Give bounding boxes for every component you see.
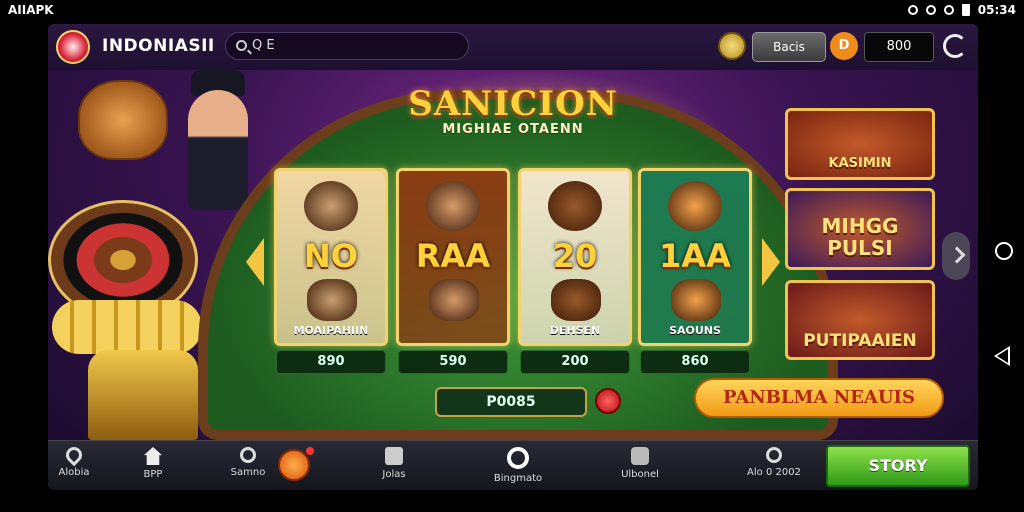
card-caption: SAOUNS <box>669 324 721 337</box>
card-value-pill: 200 <box>520 350 630 374</box>
promo-label: KASIMIN <box>828 156 892 171</box>
card-art-image <box>304 181 358 231</box>
card-art-image <box>426 181 480 231</box>
status-bar-app-label: AIIAPK <box>8 3 54 17</box>
carousel-prev-arrow[interactable] <box>246 238 264 286</box>
settings-icon <box>925 5 936 15</box>
gold-trophy-image <box>88 350 198 440</box>
game-scene: SANICION MIGHIAE OTAENN NO MOAIPAHIIN RA… <box>48 70 978 440</box>
home-icon <box>144 447 162 465</box>
carousel-next-arrow[interactable] <box>762 238 780 286</box>
red-chip-button[interactable] <box>595 388 621 414</box>
card-art-image <box>668 181 722 231</box>
battery-icon <box>961 4 970 16</box>
game-card[interactable]: 1AA SAOUNS <box>638 168 752 346</box>
game-card[interactable]: NO MOAIPAHIIN <box>274 168 388 346</box>
story-button[interactable]: STORY <box>826 445 970 487</box>
top-bar: INDONIASII Q E Bacis D 800 <box>48 24 978 70</box>
promo-tile[interactable]: PUTIPAAIEN <box>785 280 935 360</box>
home-system-button[interactable] <box>995 242 1013 260</box>
promo-scroll-right-button[interactable] <box>942 232 970 280</box>
ball-icon[interactable] <box>278 449 310 481</box>
search-input[interactable]: Q E <box>225 32 469 60</box>
card-character-image <box>307 279 357 321</box>
card-caption: DEHSEN <box>549 324 601 337</box>
promo-tile[interactable]: KASIMIN <box>785 108 935 180</box>
nav-label: Samno <box>230 467 266 478</box>
game-title-logo: SANICION MIGHIAE OTAENN <box>398 84 628 137</box>
wifi-icon <box>943 5 954 15</box>
pot-value-display: P0085 <box>435 387 587 417</box>
card-character-image <box>551 279 601 321</box>
card-character-image <box>671 279 721 321</box>
action-banner-button[interactable]: PANBLMA NEAUIS <box>694 378 944 418</box>
dealer-character-image <box>188 90 248 210</box>
promo-label: MIHGG PULSI <box>821 214 899 260</box>
refresh-icon[interactable] <box>943 34 967 58</box>
nav-item-search[interactable]: Samno <box>224 445 272 487</box>
game-app-window: INDONIASII Q E Bacis D 800 SANICION MIGH… <box>48 24 978 490</box>
game-card[interactable]: 20 DEHSEN <box>518 168 632 346</box>
nav-item-search-2[interactable]: Alo 0 2002 <box>734 445 814 487</box>
search-input-text: Q E <box>252 38 275 53</box>
game-title: SANICION <box>408 84 618 124</box>
nav-label: Alobia <box>58 467 90 478</box>
nav-item-bingmato[interactable]: Bingmato <box>488 445 548 487</box>
coin-icon[interactable] <box>718 32 746 60</box>
notification-dot <box>306 447 314 455</box>
card-title: RAA <box>415 237 491 275</box>
nav-label: Ulbonel <box>621 469 659 480</box>
game-subtitle: MIGHIAE OTAENN <box>442 122 584 137</box>
nav-item-alobia[interactable]: Alobia <box>54 443 94 487</box>
amount-display: 800 <box>864 32 934 62</box>
promo-label: PUTIPAAIEN <box>803 331 917 351</box>
back-system-button[interactable] <box>994 346 1010 366</box>
alarm-icon <box>907 5 918 15</box>
card-caption: MOAIPAHIIN <box>293 324 369 337</box>
game-card[interactable]: RAA <box>396 168 510 346</box>
card-value-pill: 590 <box>398 350 508 374</box>
nav-item-jolas[interactable]: Jolas <box>370 445 418 487</box>
nav-label: Alo 0 2002 <box>747 467 801 478</box>
card-value-pill: 890 <box>276 350 386 374</box>
location-pin-icon <box>62 443 86 467</box>
promo-tile[interactable]: MIHGG PULSI <box>785 188 935 270</box>
gold-coins-stack-image <box>52 300 202 354</box>
bag-icon <box>385 447 403 465</box>
search-icon <box>240 447 256 463</box>
card-value-pill: 860 <box>640 350 750 374</box>
nav-item-home[interactable]: BPP <box>118 445 188 487</box>
ring-icon <box>507 447 529 469</box>
search-icon <box>236 40 247 51</box>
card-title: NO <box>304 237 358 275</box>
currency-badge[interactable]: D <box>830 32 858 60</box>
status-bar: AIIAPK 05:34 <box>0 0 1024 22</box>
card-title: 1AA <box>659 237 731 275</box>
card-title: 20 <box>552 237 598 275</box>
balance-button[interactable]: Bacis <box>752 32 826 62</box>
nav-label: Jolas <box>382 469 406 480</box>
app-logo-icon[interactable] <box>56 30 90 64</box>
nav-label: BPP <box>143 469 163 480</box>
bottom-nav-bar: Alobia BPP Samno Jolas Bingmato Ulbonel … <box>48 440 978 490</box>
app-name: INDONIASII <box>102 36 215 56</box>
nav-label: Bingmato <box>493 473 543 484</box>
lion-mascot-image <box>78 80 168 160</box>
nav-item-ulbonel[interactable]: Ulbonel <box>614 445 666 487</box>
card-art-image <box>548 181 602 231</box>
card-character-image <box>429 279 479 321</box>
wallet-icon <box>631 447 649 465</box>
magnifier-icon <box>766 447 782 463</box>
